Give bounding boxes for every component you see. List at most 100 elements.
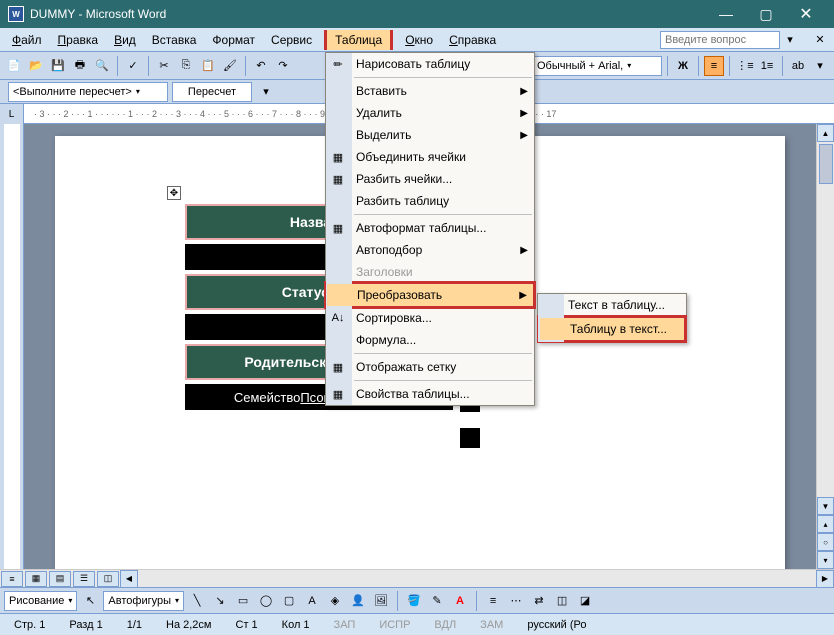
scroll-thumb[interactable] (819, 144, 833, 184)
style-dropdown[interactable]: Обычный + Arial, ▾ (532, 56, 662, 76)
menu-table-properties[interactable]: ▦Свойства таблицы... (326, 383, 534, 405)
scroll-left-icon[interactable]: ◀ (120, 570, 138, 588)
scroll-down-icon[interactable]: ▼ (817, 497, 834, 515)
menu-file[interactable]: Файл (4, 30, 50, 50)
recalc-dropdown[interactable]: <Выполните пересчет> ▾ (8, 82, 168, 102)
menu-convert-sub[interactable]: Преобразовать▶ (327, 284, 533, 306)
diagram-icon[interactable]: ◈ (325, 591, 345, 611)
redo-icon[interactable]: ↷ (273, 56, 293, 76)
menu-draw-table[interactable]: ✏Нарисовать таблицу (326, 53, 534, 75)
outline-view-icon[interactable]: ☰ (73, 571, 95, 587)
close-doc-button[interactable]: ✕ (810, 30, 830, 50)
bullets-icon[interactable]: ⋮≡ (735, 56, 755, 76)
menu-delete-sub[interactable]: Удалить▶ (326, 102, 534, 124)
wordart-icon[interactable]: A (302, 591, 322, 611)
menu-select-sub[interactable]: Выделить▶ (326, 124, 534, 146)
autoshapes-menu[interactable]: Автофигуры▾ (103, 591, 184, 611)
highlight-icon[interactable]: ab (788, 56, 808, 76)
menu-sort[interactable]: A↓Сортировка... (326, 307, 534, 329)
toolbar-options-icon[interactable]: ▾ (810, 56, 830, 76)
status-trk[interactable]: ИСПР (373, 619, 416, 631)
print-icon[interactable]: 🖶 (70, 56, 90, 76)
menu-edit[interactable]: Правка (50, 30, 107, 50)
draw-menu[interactable]: Рисование▾ (4, 591, 77, 611)
table-move-handle[interactable]: ✥ (167, 186, 181, 200)
menu-merge-cells[interactable]: ▦Объединить ячейки (326, 146, 534, 168)
print-view-icon[interactable]: ▤ (49, 571, 71, 587)
menu-split-cells[interactable]: ▦Разбить ячейки... (326, 168, 534, 190)
browse-object-icon[interactable]: ○ (817, 533, 834, 551)
menu-view[interactable]: Вид (106, 30, 144, 50)
maximize-button[interactable]: ▢ (746, 0, 786, 28)
ruler-corner[interactable]: L (0, 104, 24, 124)
status-ext[interactable]: ВДЛ (428, 619, 462, 631)
submenu-table-to-text[interactable]: Таблицу в текст... (540, 318, 684, 340)
oval-icon[interactable]: ◯ (256, 591, 276, 611)
font-color-icon[interactable]: A (450, 591, 470, 611)
copy-icon[interactable]: ⎘ (176, 56, 196, 76)
menu-table[interactable]: Таблица (327, 30, 390, 50)
prev-page-icon[interactable]: ▴ (817, 515, 834, 533)
line-style-icon[interactable]: ≡ (483, 591, 503, 611)
web-view-icon[interactable]: ▦ (25, 571, 47, 587)
shadow-icon[interactable]: ◫ (552, 591, 572, 611)
vertical-ruler[interactable] (0, 124, 24, 569)
close-button[interactable]: ✕ (786, 0, 826, 28)
format-painter-icon[interactable]: 🖌 (220, 56, 240, 76)
open-icon[interactable]: 📂 (26, 56, 46, 76)
menu-autoformat[interactable]: ▦Автоформат таблицы... (326, 217, 534, 239)
preview-icon[interactable]: 🔍 (92, 56, 112, 76)
reading-view-icon[interactable]: ◫ (97, 571, 119, 587)
menu-help[interactable]: Справка (441, 30, 504, 50)
scroll-right-icon[interactable]: ▶ (816, 570, 834, 588)
next-page-icon[interactable]: ▾ (817, 551, 834, 569)
menu-show-grid[interactable]: ▦Отображать сетку (326, 356, 534, 378)
line-icon[interactable]: ╲ (187, 591, 207, 611)
menu-formula[interactable]: Формула... (326, 329, 534, 351)
align-center-icon[interactable]: ≡ (704, 56, 724, 76)
arrow-icon[interactable]: ↘ (210, 591, 230, 611)
scroll-up-icon[interactable]: ▲ (817, 124, 834, 142)
minimize-button[interactable]: — (706, 0, 746, 28)
menu-autofit-sub[interactable]: Автоподбор▶ (326, 239, 534, 261)
cut-icon[interactable]: ✂ (154, 56, 174, 76)
submenu-text-to-table[interactable]: Текст в таблицу... (538, 294, 686, 316)
menu-split-table[interactable]: Разбить таблицу (326, 190, 534, 212)
toolbar2-options-icon[interactable]: ▾ (256, 82, 276, 102)
paste-icon[interactable]: 📋 (198, 56, 218, 76)
menu-service[interactable]: Сервис (263, 30, 320, 50)
select-objects-icon[interactable]: ↖ (80, 591, 100, 611)
normal-view-icon[interactable]: ≡ (1, 571, 23, 587)
menu-insert[interactable]: Вставка (144, 30, 205, 50)
recalc-button[interactable]: Пересчет (172, 82, 252, 102)
status-lang[interactable]: русский (Ро (521, 619, 592, 631)
rectangle-icon[interactable]: ▭ (233, 591, 253, 611)
clipart-icon[interactable]: 👤 (348, 591, 368, 611)
status-rec[interactable]: ЗАП (328, 619, 362, 631)
arrow-right-icon: ▶ (519, 290, 527, 301)
numbering-icon[interactable]: 1≡ (757, 56, 777, 76)
dash-style-icon[interactable]: ⋯ (506, 591, 526, 611)
picture-icon[interactable]: 🖼 (371, 591, 391, 611)
status-pages: 1/1 (121, 619, 148, 631)
undo-icon[interactable]: ↶ (251, 56, 271, 76)
save-icon[interactable]: 💾 (48, 56, 68, 76)
pencil-icon: ✏ (330, 56, 346, 72)
menu-window[interactable]: Окно (397, 30, 441, 50)
fill-color-icon[interactable]: 🪣 (404, 591, 424, 611)
menu-format[interactable]: Формат (204, 30, 263, 50)
bold-icon[interactable]: Ж (673, 56, 693, 76)
help-dropdown-icon[interactable]: ▾ (780, 30, 800, 50)
menu-headings[interactable]: Заголовки (326, 261, 534, 283)
arrow-style-icon[interactable]: ⇄ (529, 591, 549, 611)
status-ovr[interactable]: ЗАМ (474, 619, 509, 631)
help-search-input[interactable] (660, 31, 780, 49)
merge-icon: ▦ (330, 149, 346, 165)
3d-icon[interactable]: ◪ (575, 591, 595, 611)
menu-insert-sub[interactable]: Вставить▶ (326, 80, 534, 102)
line-color-icon[interactable]: ✎ (427, 591, 447, 611)
vertical-scrollbar[interactable]: ▲ ▼ ▴ ○ ▾ (816, 124, 834, 569)
spellcheck-icon[interactable]: ✓ (123, 56, 143, 76)
textbox-icon[interactable]: ▢ (279, 591, 299, 611)
new-doc-icon[interactable]: 📄 (4, 56, 24, 76)
